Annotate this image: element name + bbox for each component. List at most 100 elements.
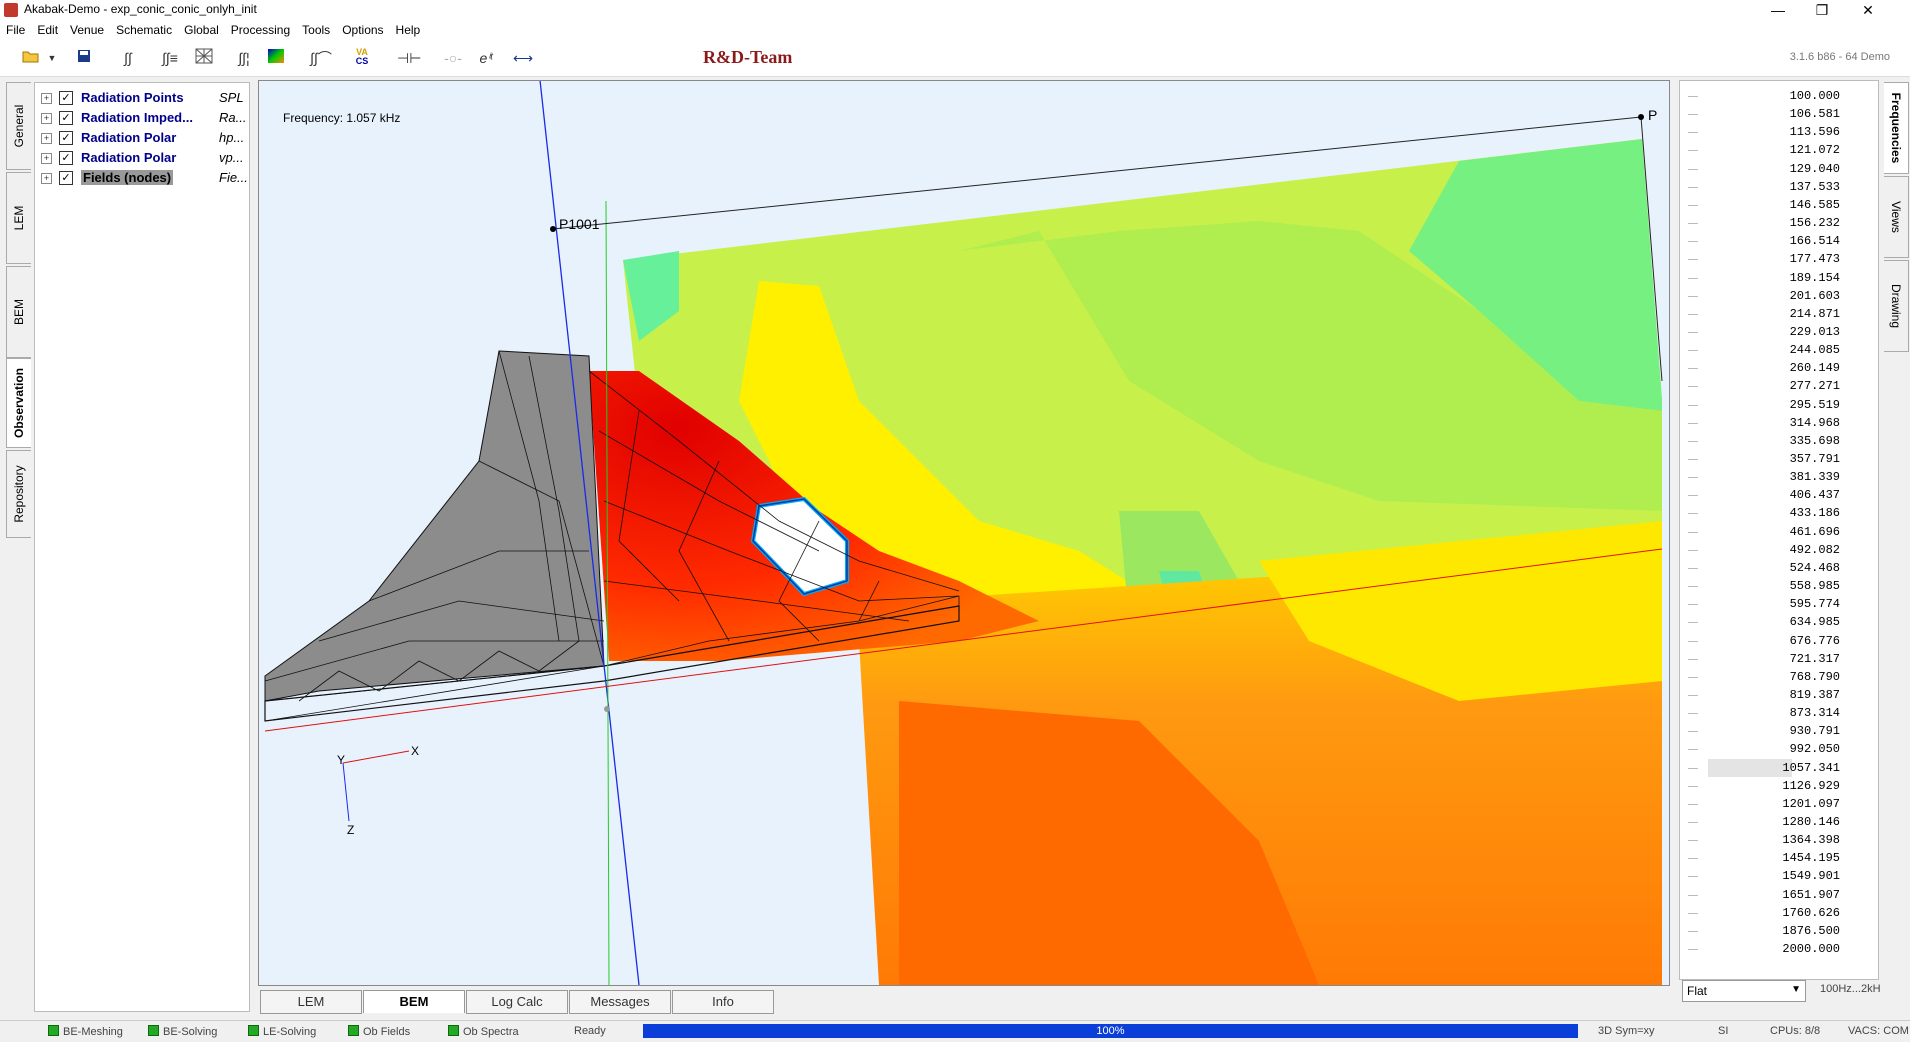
bem-3d-viewport[interactable]: Frequency: 1.057 kHz P P1001 X Y Z <box>258 80 1670 986</box>
frequency-item[interactable]: 1201.097 <box>1680 795 1878 813</box>
frequency-item[interactable]: 768.790 <box>1680 668 1878 686</box>
tree-item[interactable]: + ✓ Radiation Points SPL <box>39 89 245 107</box>
frequency-item[interactable]: 2000.000 <box>1680 940 1878 958</box>
frequency-item[interactable]: 721.317 <box>1680 650 1878 668</box>
frequency-item[interactable]: 113.596 <box>1680 123 1878 141</box>
save-icon[interactable] <box>73 48 95 68</box>
frequency-item[interactable]: 314.968 <box>1680 414 1878 432</box>
menu-help[interactable]: Help <box>390 20 427 40</box>
vacs-icon[interactable]: VA CS <box>351 48 373 68</box>
frequency-item[interactable]: 461.696 <box>1680 523 1878 541</box>
color-map-icon[interactable] <box>265 48 287 68</box>
tab-info[interactable]: Info <box>672 990 774 1014</box>
frequency-item[interactable]: 189.154 <box>1680 269 1878 287</box>
frequency-item[interactable]: 1126.929 <box>1680 777 1878 795</box>
frequency-item[interactable]: 1454.195 <box>1680 849 1878 867</box>
exp-icon[interactable]: eⁱᵗ <box>475 48 497 68</box>
frequency-item[interactable]: 819.387 <box>1680 686 1878 704</box>
menu-options[interactable]: Options <box>336 20 389 40</box>
frequency-item[interactable]: 1876.500 <box>1680 922 1878 940</box>
frequency-item[interactable]: 201.603 <box>1680 287 1878 305</box>
checkbox[interactable]: ✓ <box>59 171 73 185</box>
frequency-item[interactable]: 214.871 <box>1680 305 1878 323</box>
tab-bem-bottom[interactable]: BEM <box>363 990 465 1013</box>
integral-icon[interactable]: ∫∫ <box>117 48 139 68</box>
frequency-item[interactable]: 295.519 <box>1680 396 1878 414</box>
frequency-item[interactable]: 1057.341 <box>1680 758 1878 777</box>
filter-icon[interactable]: -○- <box>442 48 464 68</box>
frequency-item[interactable]: 634.985 <box>1680 613 1878 631</box>
tab-lem-bottom[interactable]: LEM <box>260 990 362 1014</box>
frequency-item[interactable]: 260.149 <box>1680 359 1878 377</box>
menu-tools[interactable]: Tools <box>296 20 336 40</box>
menu-edit[interactable]: Edit <box>31 20 64 40</box>
frequency-item[interactable]: 229.013 <box>1680 323 1878 341</box>
expand-icon[interactable]: + <box>41 93 52 104</box>
minimize-button[interactable]: — <box>1756 0 1800 20</box>
double-integral-icon[interactable]: ∫∫≡ <box>159 48 181 68</box>
component-icon[interactable]: ⊣⊢ <box>397 48 421 68</box>
frequency-item[interactable]: 676.776 <box>1680 632 1878 650</box>
tree-item[interactable]: + ✓ Fields (nodes) Fie... <box>39 169 248 187</box>
tree-item[interactable]: + ✓ Radiation Polar hp... <box>39 129 245 147</box>
frequency-item[interactable]: 129.040 <box>1680 160 1878 178</box>
integral-bars-icon[interactable]: ∫∫¦ <box>233 48 255 68</box>
arrow-icon[interactable]: ⟷ <box>512 48 534 68</box>
tab-bem[interactable]: BEM <box>6 266 31 358</box>
expand-icon[interactable]: + <box>41 153 52 164</box>
open-folder-icon[interactable] <box>20 48 42 68</box>
restore-button[interactable]: ❐ <box>1800 0 1844 20</box>
frequency-item[interactable]: 595.774 <box>1680 595 1878 613</box>
frequency-item[interactable]: 1549.901 <box>1680 867 1878 885</box>
expand-icon[interactable]: + <box>41 173 52 184</box>
frequency-item[interactable]: 137.533 <box>1680 178 1878 196</box>
filter-select[interactable]: Flat ▼ <box>1682 980 1806 1002</box>
menu-processing[interactable]: Processing <box>225 20 296 40</box>
frequency-item[interactable]: 100.000 <box>1680 87 1878 105</box>
frequency-item[interactable]: 992.050 <box>1680 740 1878 758</box>
frequency-item[interactable]: 106.581 <box>1680 105 1878 123</box>
frequency-item[interactable]: 558.985 <box>1680 577 1878 595</box>
tab-observation[interactable]: Observation <box>6 358 31 448</box>
frequency-item[interactable]: 277.271 <box>1680 377 1878 395</box>
checkbox[interactable]: ✓ <box>59 111 73 125</box>
frequency-item[interactable]: 1364.398 <box>1680 831 1878 849</box>
frequency-item[interactable]: 156.232 <box>1680 214 1878 232</box>
dropdown-arrow-icon[interactable]: ▼ <box>46 48 58 68</box>
frequency-item[interactable]: 1760.626 <box>1680 904 1878 922</box>
tab-messages[interactable]: Messages <box>569 990 671 1014</box>
menu-file[interactable]: File <box>0 20 31 40</box>
frequency-item[interactable]: 166.514 <box>1680 232 1878 250</box>
frequency-item[interactable]: 357.791 <box>1680 450 1878 468</box>
tab-repository[interactable]: Repository <box>6 450 31 538</box>
frequency-item[interactable]: 177.473 <box>1680 250 1878 268</box>
checkbox[interactable]: ✓ <box>59 131 73 145</box>
frequency-item[interactable]: 1651.907 <box>1680 886 1878 904</box>
frequency-item[interactable]: 1280.146 <box>1680 813 1878 831</box>
close-button[interactable]: ✕ <box>1846 0 1890 20</box>
integral-curve-icon[interactable]: ∫∫⌒ <box>310 48 332 68</box>
menu-global[interactable]: Global <box>178 20 225 40</box>
tab-frequencies[interactable]: Frequencies <box>1884 82 1909 174</box>
expand-icon[interactable]: + <box>41 133 52 144</box>
tab-general[interactable]: General <box>6 82 31 170</box>
tab-drawing[interactable]: Drawing <box>1884 260 1909 352</box>
frequency-item[interactable]: 244.085 <box>1680 341 1878 359</box>
frequency-item[interactable]: 381.339 <box>1680 468 1878 486</box>
menu-schematic[interactable]: Schematic <box>110 20 178 40</box>
frequency-item[interactable]: 433.186 <box>1680 504 1878 522</box>
frequency-item[interactable]: 146.585 <box>1680 196 1878 214</box>
menu-venue[interactable]: Venue <box>64 20 110 40</box>
frequency-item[interactable]: 406.437 <box>1680 486 1878 504</box>
frequency-item[interactable]: 930.791 <box>1680 722 1878 740</box>
tab-lem[interactable]: LEM <box>6 172 31 264</box>
frequency-item[interactable]: 492.082 <box>1680 541 1878 559</box>
frequency-item[interactable]: 335.698 <box>1680 432 1878 450</box>
frequency-item[interactable]: 524.468 <box>1680 559 1878 577</box>
tab-views[interactable]: Views <box>1884 176 1909 258</box>
tree-item[interactable]: + ✓ Radiation Polar vp... <box>39 149 245 167</box>
mesh-icon[interactable] <box>193 48 215 68</box>
tree-item[interactable]: + ✓ Radiation Imped... Ra... <box>39 109 246 127</box>
frequency-item[interactable]: 873.314 <box>1680 704 1878 722</box>
checkbox[interactable]: ✓ <box>59 91 73 105</box>
